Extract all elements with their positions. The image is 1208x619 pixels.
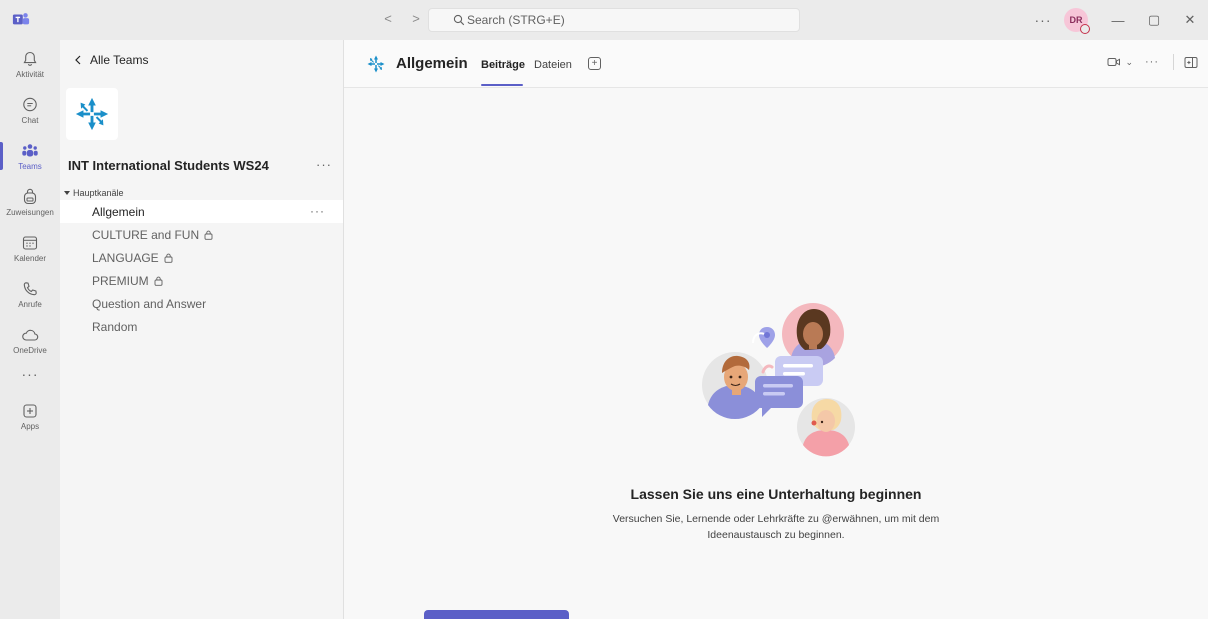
channel-item-allgemein[interactable]: Allgemein ··· bbox=[60, 200, 343, 223]
channel-header: Allgemein Beiträge Dateien + ⌄ ··· bbox=[344, 40, 1208, 88]
back-label: Alle Teams bbox=[90, 53, 149, 67]
search-icon bbox=[453, 14, 465, 26]
lock-icon bbox=[164, 253, 173, 263]
video-call-icon[interactable] bbox=[1107, 56, 1121, 68]
history-nav: < > bbox=[381, 11, 423, 26]
empty-state-subtitle: Versuchen Sie, Lernende oder Lehrkräfte … bbox=[612, 513, 940, 541]
avatar[interactable]: DR bbox=[1064, 8, 1090, 34]
search-input[interactable]: Search (STRG+E) bbox=[428, 8, 800, 32]
section-label: Hauptkanäle bbox=[73, 188, 124, 198]
back-arrow-icon[interactable]: < bbox=[381, 11, 395, 26]
forward-arrow-icon[interactable]: > bbox=[409, 11, 423, 26]
rail-item-calls[interactable]: Anrufe bbox=[0, 272, 60, 316]
rail-label: Anrufe bbox=[18, 299, 42, 309]
channel-item-language[interactable]: LANGUAGE bbox=[60, 246, 343, 269]
rail-label: Aktivität bbox=[15, 69, 44, 79]
channel-label: CULTURE and FUN bbox=[92, 227, 200, 242]
meet-chevron-down-icon[interactable]: ⌄ bbox=[1125, 57, 1133, 68]
rail-item-apps[interactable]: Apps bbox=[0, 394, 60, 438]
search-placeholder: Search (STRG+E) bbox=[467, 13, 565, 27]
empty-state-title: Lassen Sie uns eine Unterhaltung beginne… bbox=[630, 486, 922, 502]
header-actions: ⌄ ··· bbox=[1107, 54, 1208, 70]
bell-icon bbox=[23, 51, 37, 66]
open-side-panel-icon[interactable] bbox=[1184, 56, 1198, 69]
rail-item-teams[interactable]: Teams bbox=[0, 134, 60, 178]
calendar-icon bbox=[22, 235, 38, 250]
rail-more-button[interactable]: ··· bbox=[0, 352, 60, 396]
channel-main: Allgemein Beiträge Dateien + ⌄ ··· Lasse… bbox=[344, 40, 1208, 619]
team-name[interactable]: INT International Students WS24 bbox=[68, 158, 269, 173]
channel-label: LANGUAGE bbox=[92, 250, 159, 265]
rail-label: Teams bbox=[18, 161, 42, 171]
channel-item-premium[interactable]: PREMIUM bbox=[60, 269, 343, 292]
lock-icon bbox=[154, 276, 163, 286]
app-rail: Aktivität Chat Teams Zuweisungen Kalende… bbox=[0, 40, 60, 619]
rail-item-calendar[interactable]: Kalender bbox=[0, 226, 60, 270]
add-tab-button[interactable]: + bbox=[588, 57, 601, 70]
team-panel: Alle Teams INT International Students WS… bbox=[60, 40, 344, 619]
rail-item-assignments[interactable]: Zuweisungen bbox=[0, 180, 60, 224]
channel-section-header[interactable]: Hauptkanäle bbox=[64, 188, 124, 198]
channel-label: Question and Answer bbox=[92, 296, 207, 311]
tab-beitraege[interactable]: Beiträge bbox=[481, 59, 525, 71]
backpack-icon bbox=[23, 188, 37, 204]
more-options-icon[interactable]: ··· bbox=[1028, 12, 1058, 28]
channel-item-random[interactable]: Random bbox=[60, 315, 343, 338]
restore-icon[interactable]: ▢ bbox=[1136, 12, 1172, 28]
more-apps-icon: ··· bbox=[21, 366, 39, 382]
channel-item-culture-and-fun[interactable]: CULTURE and FUN bbox=[60, 223, 343, 246]
rail-label: Chat bbox=[21, 115, 39, 125]
channel-label: PREMIUM bbox=[92, 273, 149, 288]
channel-title: Allgemein bbox=[396, 55, 468, 72]
channel-more-options-icon[interactable]: ··· bbox=[310, 204, 325, 218]
channel-label: Allgemein bbox=[92, 204, 145, 219]
rail-label: Kalender bbox=[13, 253, 47, 263]
teams-icon bbox=[22, 143, 38, 156]
rail-item-chat[interactable]: Chat bbox=[0, 88, 60, 132]
channel-team-icon bbox=[367, 55, 385, 73]
team-logo bbox=[66, 88, 118, 140]
back-to-teams-link[interactable]: Alle Teams bbox=[74, 53, 148, 67]
conversation-illustration bbox=[702, 303, 855, 457]
team-logo-icon bbox=[75, 97, 109, 131]
title-bar-controls: ··· DR — ▢ ✕ bbox=[1028, 0, 1208, 40]
header-more-options-icon[interactable]: ··· bbox=[1145, 56, 1159, 68]
close-icon[interactable]: ✕ bbox=[1172, 12, 1208, 28]
add-apps-icon bbox=[23, 403, 37, 418]
channel-label: Random bbox=[92, 319, 138, 334]
teams-logo-icon bbox=[12, 13, 30, 25]
active-tab-indicator bbox=[481, 84, 523, 86]
phone-icon bbox=[23, 281, 37, 295]
minimize-icon[interactable]: — bbox=[1100, 13, 1136, 28]
new-post-button[interactable] bbox=[424, 610, 569, 619]
channel-item-question-and-answer[interactable]: Question and Answer bbox=[60, 292, 343, 315]
title-bar: < > Search (STRG+E) ··· DR — ▢ ✕ bbox=[0, 0, 1208, 40]
lock-icon bbox=[204, 230, 213, 240]
header-divider bbox=[1173, 54, 1174, 70]
chevron-left-icon bbox=[75, 55, 81, 65]
presence-indicator-icon bbox=[1080, 24, 1090, 34]
avatar-initials: DR bbox=[1069, 15, 1083, 25]
team-more-options-icon[interactable]: ··· bbox=[316, 157, 332, 172]
caret-down-icon bbox=[64, 191, 70, 195]
rail-label: Apps bbox=[20, 421, 40, 431]
rail-label: Zuweisungen bbox=[6, 207, 54, 217]
chat-icon bbox=[23, 97, 37, 111]
tab-dateien[interactable]: Dateien bbox=[534, 59, 572, 71]
cloud-icon bbox=[22, 329, 39, 341]
rail-item-activity[interactable]: Aktivität bbox=[0, 42, 60, 86]
